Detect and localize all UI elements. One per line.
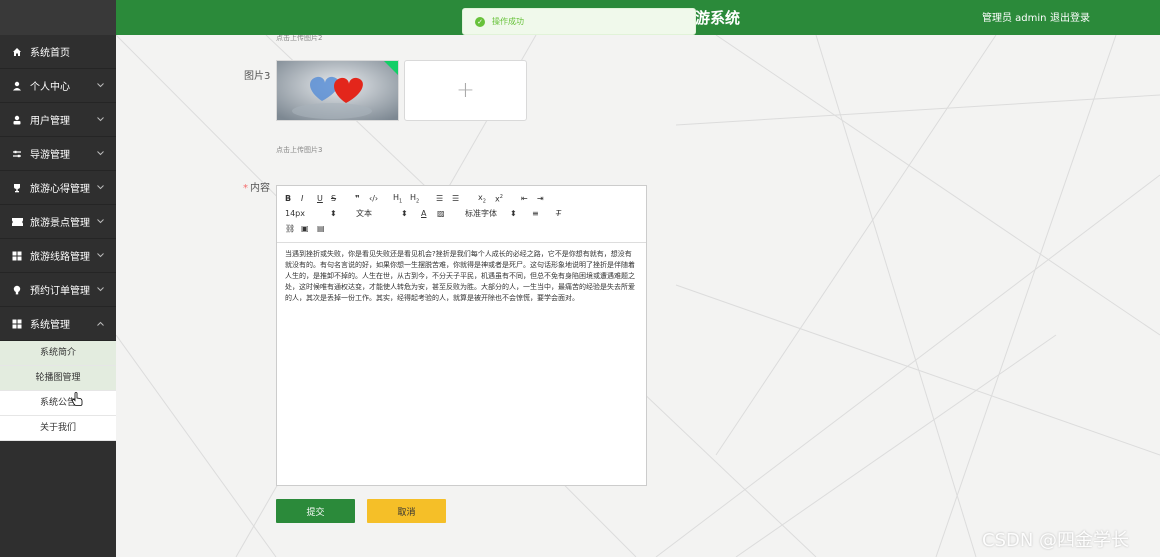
select-arrow-icon: ⬍	[510, 209, 517, 218]
image-icon[interactable]: ▣	[301, 224, 317, 233]
font-color-icon[interactable]: A	[421, 209, 437, 218]
chevron-down-icon	[97, 80, 104, 91]
select-arrow-icon: ⬍	[330, 209, 337, 218]
logout-link[interactable]: 退出登录	[1050, 9, 1090, 24]
sidebar-item-label: 系统首页	[30, 48, 70, 59]
sidebar-item-users[interactable]: 用户管理	[0, 103, 116, 137]
sidebar-item-travel-notes[interactable]: 旅游心得管理	[0, 171, 116, 205]
required-mark: *	[243, 183, 248, 194]
sidebar-item-label: 旅游线路管理	[30, 252, 90, 263]
text-type-value: 文本	[356, 209, 372, 218]
submit-button[interactable]: 提交	[276, 499, 355, 523]
sidebar-logo-area	[0, 0, 116, 35]
code-icon[interactable]: ‹/›	[369, 194, 393, 203]
rich-text-editor: B I U S ❞ ‹/› H1 H2 ☰ ☰ x2 x2 ⇤ ⇥ 14px ⬍…	[276, 185, 647, 486]
sidebar-item-label: 系统管理	[30, 320, 70, 331]
chevron-up-icon	[97, 318, 104, 329]
font-size-value: 14px	[285, 209, 305, 218]
chevron-down-icon	[97, 148, 104, 159]
sidebar-item-label: 预约订单管理	[30, 286, 90, 297]
upload-hint-3: 点击上传图片3	[276, 146, 323, 154]
clear-format-icon[interactable]: T̶	[556, 209, 570, 218]
chevron-down-icon	[97, 216, 104, 227]
bulb-icon	[11, 284, 23, 296]
bold-icon[interactable]: B	[285, 194, 301, 203]
sidebar-item-system[interactable]: 系统管理	[0, 307, 116, 341]
person-icon	[11, 80, 23, 92]
grid-icon	[11, 250, 23, 262]
content-label-text: 内容	[250, 183, 270, 194]
main-content: 点击上传图片2 图片3 + 点击上传图片3 * 内容 B I U S ❞ ‹/›…	[116, 34, 1160, 557]
ticket-icon	[11, 216, 23, 228]
uploaded-image-thumbnail[interactable]	[276, 60, 399, 121]
sidebar: 系统首页 个人中心 用户管理 导游管理 旅游心得管理 旅游景点管理 旅游线路管理…	[0, 0, 116, 557]
cancel-button[interactable]: 取消	[367, 499, 446, 523]
font-family-value: 标准字体	[465, 209, 497, 218]
sidebar-item-label: 旅游景点管理	[30, 218, 90, 229]
text-type-select[interactable]: 文本	[356, 208, 401, 219]
admin-user-label: 管理员 admin	[982, 13, 1047, 24]
sidebar-item-attractions[interactable]: 旅游景点管理	[0, 205, 116, 239]
editor-toolbar: B I U S ❞ ‹/› H1 H2 ☰ ☰ x2 x2 ⇤ ⇥ 14px ⬍…	[277, 186, 646, 243]
grid-icon	[11, 318, 23, 330]
chevron-down-icon	[97, 182, 104, 193]
subscript-icon[interactable]: x2	[478, 193, 495, 205]
image3-label: 图片3	[244, 71, 271, 82]
sidebar-item-label: 旅游心得管理	[30, 184, 90, 195]
sidebar-item-orders[interactable]: 预约订单管理	[0, 273, 116, 307]
submenu-item-notice[interactable]: 系统公告	[0, 391, 116, 416]
hand-cursor-icon	[71, 392, 83, 409]
sidebar-item-label: 用户管理	[30, 116, 70, 127]
success-toast: ✓ 操作成功	[462, 8, 696, 35]
submenu-item-intro[interactable]: 系统简介	[0, 341, 116, 366]
system-submenu: 系统简介 轮播图管理 系统公告 关于我们	[0, 341, 116, 441]
select-arrow-icon: ⬍	[401, 209, 408, 218]
submenu-item-about[interactable]: 关于我们	[0, 416, 116, 441]
font-family-select[interactable]: 标准字体	[465, 208, 510, 219]
quote-icon[interactable]: ❞	[355, 194, 369, 203]
sidebar-item-routes[interactable]: 旅游线路管理	[0, 239, 116, 273]
outdent-icon[interactable]: ⇤	[521, 194, 537, 203]
chevron-down-icon	[97, 284, 104, 295]
home-icon	[11, 46, 23, 58]
sidebar-item-guides[interactable]: 导游管理	[0, 137, 116, 171]
sidebar-item-personal[interactable]: 个人中心	[0, 69, 116, 103]
chevron-down-icon	[97, 114, 104, 125]
system-title: 游系统	[695, 9, 741, 27]
submenu-item-carousel[interactable]: 轮播图管理	[0, 366, 116, 391]
font-size-select[interactable]: 14px	[285, 209, 330, 218]
sidebar-item-label: 导游管理	[30, 150, 70, 161]
sliders-icon	[11, 148, 23, 160]
align-icon[interactable]: ≡	[532, 209, 556, 218]
content-label: * 内容	[243, 179, 270, 194]
link-icon[interactable]: ⛓	[285, 224, 301, 233]
video-icon[interactable]: ▤	[317, 224, 333, 233]
underline-icon[interactable]: U	[317, 194, 331, 203]
editor-content[interactable]: 当遇到挫折或失败，你是看见失败还是看见机会?挫折是我们每个人成长的必经之路，它不…	[277, 243, 646, 310]
toast-message: 操作成功	[492, 17, 524, 26]
upload-success-corner	[384, 61, 398, 75]
check-circle-icon: ✓	[475, 16, 485, 27]
trophy-icon	[11, 182, 23, 194]
chevron-down-icon	[97, 250, 104, 261]
hearts-image	[277, 61, 398, 120]
indent-icon[interactable]: ⇥	[537, 194, 553, 203]
superscript-icon[interactable]: x2	[495, 194, 521, 204]
sidebar-item-home[interactable]: 系统首页	[0, 35, 116, 69]
italic-icon[interactable]: I	[301, 194, 317, 203]
strikethrough-icon[interactable]: S	[331, 194, 355, 203]
background-color-icon[interactable]: ▨	[437, 209, 465, 218]
ordered-list-icon[interactable]: ☰	[436, 194, 452, 203]
heading1-icon[interactable]: H1	[393, 193, 410, 205]
user-icon	[11, 114, 23, 126]
heading2-icon[interactable]: H2	[410, 193, 436, 205]
bullet-list-icon[interactable]: ☰	[452, 194, 478, 203]
image-upload-button[interactable]: +	[404, 60, 527, 121]
sidebar-item-label: 个人中心	[30, 82, 70, 93]
watermark: CSDN @四金学长	[982, 530, 1130, 551]
